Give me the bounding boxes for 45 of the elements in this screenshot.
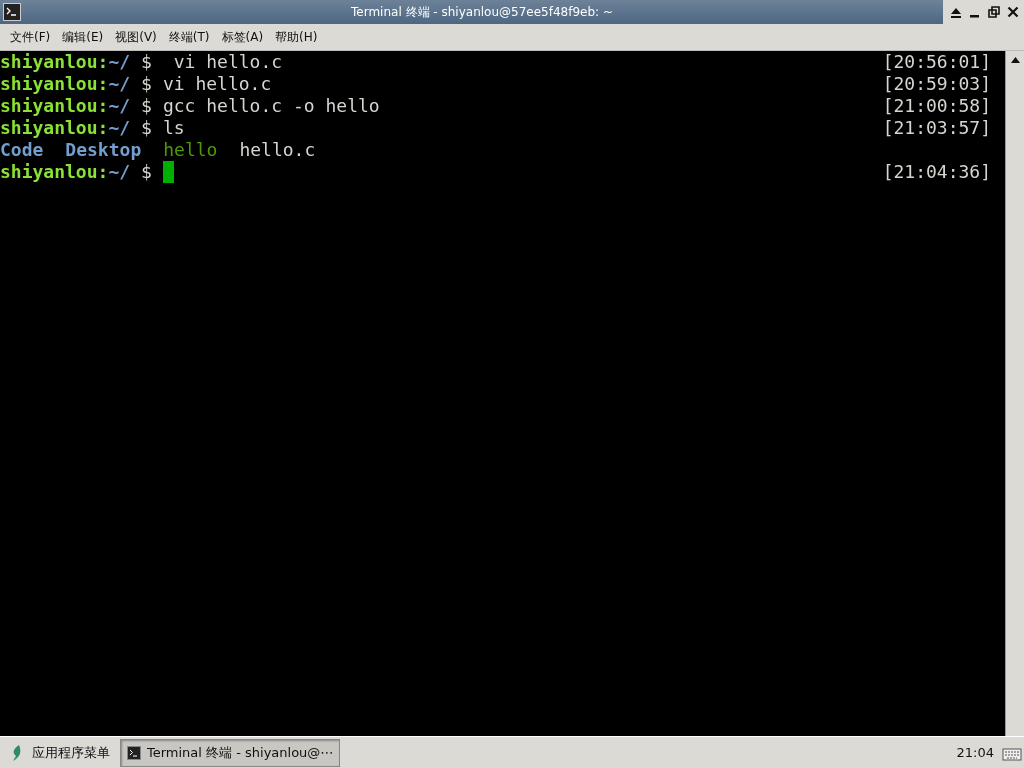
prompt-sign: $ [141, 161, 152, 183]
app-menu-button[interactable]: 应用程序菜单 [32, 743, 110, 762]
prompt-path: ~/ [108, 117, 131, 139]
command-text: gcc hello.c -o hello [162, 95, 380, 117]
menu-item[interactable]: 终端(T) [162, 28, 216, 46]
timestamp: [20:59:03] [882, 73, 991, 95]
prompt-sign: $ [141, 73, 152, 95]
prompt-path: ~/ [108, 95, 131, 117]
prompt-user: shiyanlou: [0, 73, 109, 95]
file-name: hello [163, 139, 218, 161]
prompt-path: ~/ [108, 73, 131, 95]
terminal-icon [127, 745, 141, 760]
window-title: Terminal 终端 - shiyanlou@57ee5f48f9eb: ~ [350, 3, 614, 21]
menu-item[interactable]: 帮助(H) [269, 28, 324, 46]
timestamp: [21:04:36] [882, 161, 991, 183]
prompt-user: shiyanlou: [0, 51, 109, 73]
close-icon[interactable] [1007, 6, 1019, 18]
file-name: Code [0, 139, 44, 161]
menu-item[interactable]: 编辑(E) [56, 28, 110, 46]
timestamp: [20:56:01] [882, 51, 991, 73]
timestamp: [21:03:57] [882, 117, 991, 139]
menu-item[interactable]: 标签(A) [215, 28, 270, 46]
task-button[interactable]: Terminal 终端 - shiyanlou@⋯ [120, 738, 341, 767]
menu-item[interactable]: 视图(V) [109, 28, 163, 46]
prompt-user: shiyanlou: [0, 161, 109, 183]
clock[interactable]: 21:04 [956, 745, 994, 760]
prompt-path: ~/ [108, 51, 131, 73]
prompt-sign: $ [141, 117, 152, 139]
command-text: ls [162, 117, 185, 139]
timestamp: [21:00:58] [882, 95, 991, 117]
text-cursor [162, 161, 174, 183]
shade-icon[interactable] [950, 6, 962, 18]
file-name: hello.c [239, 139, 316, 161]
file-name: Desktop [65, 139, 142, 161]
terminal-icon[interactable] [3, 3, 21, 21]
prompt-sign: $ [141, 95, 152, 117]
command-text: vi hello.c [162, 73, 272, 95]
prompt-user: shiyanlou: [0, 117, 109, 139]
restore-icon[interactable] [988, 6, 1000, 18]
prompt-user: shiyanlou: [0, 95, 109, 117]
prompt-path: ~/ [108, 161, 131, 183]
menu-item[interactable]: 文件(F) [4, 28, 57, 46]
prompt-sign: $ [141, 51, 152, 73]
command-text: vi hello.c [172, 51, 283, 73]
scroll-up-icon[interactable] [1010, 57, 1020, 63]
